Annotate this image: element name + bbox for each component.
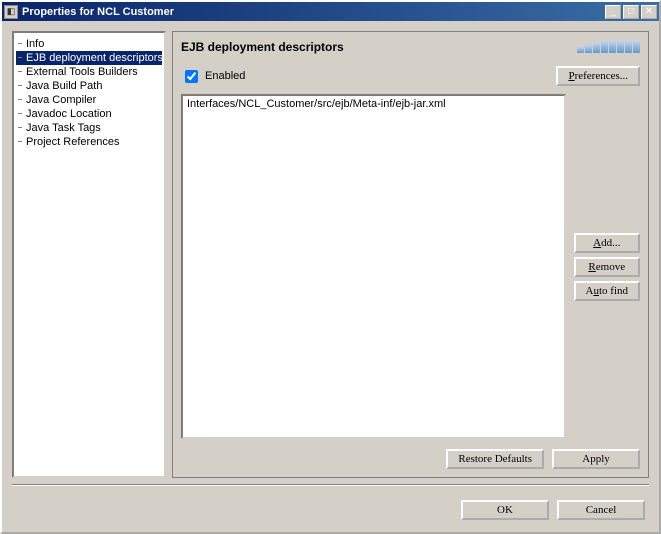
client-area: InfoEJB deployment descriptorsExternal T… [2, 21, 659, 532]
app-icon: ◧ [4, 5, 18, 19]
tree-item-java-task-tags[interactable]: Java Task Tags [16, 121, 162, 135]
panel-title: EJB deployment descriptors [181, 40, 577, 54]
enabled-text: Enabled [205, 70, 245, 82]
add-button[interactable]: Add... [574, 233, 640, 253]
autofind-button[interactable]: Auto find [574, 281, 640, 301]
window-controls: _ □ ✕ [605, 5, 657, 19]
enabled-checkbox[interactable] [185, 70, 198, 83]
maximize-button[interactable]: □ [623, 5, 639, 19]
details-panel: EJB deployment descriptors [172, 31, 649, 478]
minimize-button[interactable]: _ [605, 5, 621, 19]
tree-item-java-compiler[interactable]: Java Compiler [16, 93, 162, 107]
apply-button[interactable]: Apply [552, 449, 640, 469]
category-tree[interactable]: InfoEJB deployment descriptorsExternal T… [12, 31, 166, 478]
enabled-row: Enabled Preferences... [181, 66, 640, 86]
descriptor-row: Interfaces/NCL_Customer/src/ejb/Meta-inf… [181, 94, 640, 439]
tree-item-external-tools-builders[interactable]: External Tools Builders [16, 65, 162, 79]
dialog-footer-buttons: OK Cancel [12, 492, 649, 522]
enabled-checkbox-label[interactable]: Enabled [181, 67, 245, 86]
header-decoration [577, 41, 640, 53]
restore-defaults-button[interactable]: Restore Defaults [446, 449, 544, 469]
window-title: Properties for NCL Customer [22, 6, 605, 18]
properties-dialog: ◧ Properties for NCL Customer _ □ ✕ Info… [0, 0, 661, 534]
separator [12, 484, 649, 486]
tree-item-info[interactable]: Info [16, 37, 162, 51]
panel-footer-buttons: Restore Defaults Apply [181, 449, 640, 469]
ok-button[interactable]: OK [461, 500, 549, 520]
preferences-button[interactable]: Preferences... [556, 66, 640, 86]
remove-button[interactable]: Remove [574, 257, 640, 277]
main-split: InfoEJB deployment descriptorsExternal T… [12, 31, 649, 478]
title-bar: ◧ Properties for NCL Customer _ □ ✕ [2, 2, 659, 21]
tree-item-javadoc-location[interactable]: Javadoc Location [16, 107, 162, 121]
close-button[interactable]: ✕ [641, 5, 657, 19]
tree-item-ejb-deployment-descriptors[interactable]: EJB deployment descriptors [16, 51, 162, 65]
list-item[interactable]: Interfaces/NCL_Customer/src/ejb/Meta-inf… [185, 98, 562, 110]
tree-item-project-references[interactable]: Project References [16, 135, 162, 149]
tree-item-java-build-path[interactable]: Java Build Path [16, 79, 162, 93]
descriptor-buttons: Add... Remove Auto find [574, 94, 640, 439]
panel-header: EJB deployment descriptors [181, 40, 640, 54]
descriptor-list[interactable]: Interfaces/NCL_Customer/src/ejb/Meta-inf… [181, 94, 566, 439]
cancel-button[interactable]: Cancel [557, 500, 645, 520]
